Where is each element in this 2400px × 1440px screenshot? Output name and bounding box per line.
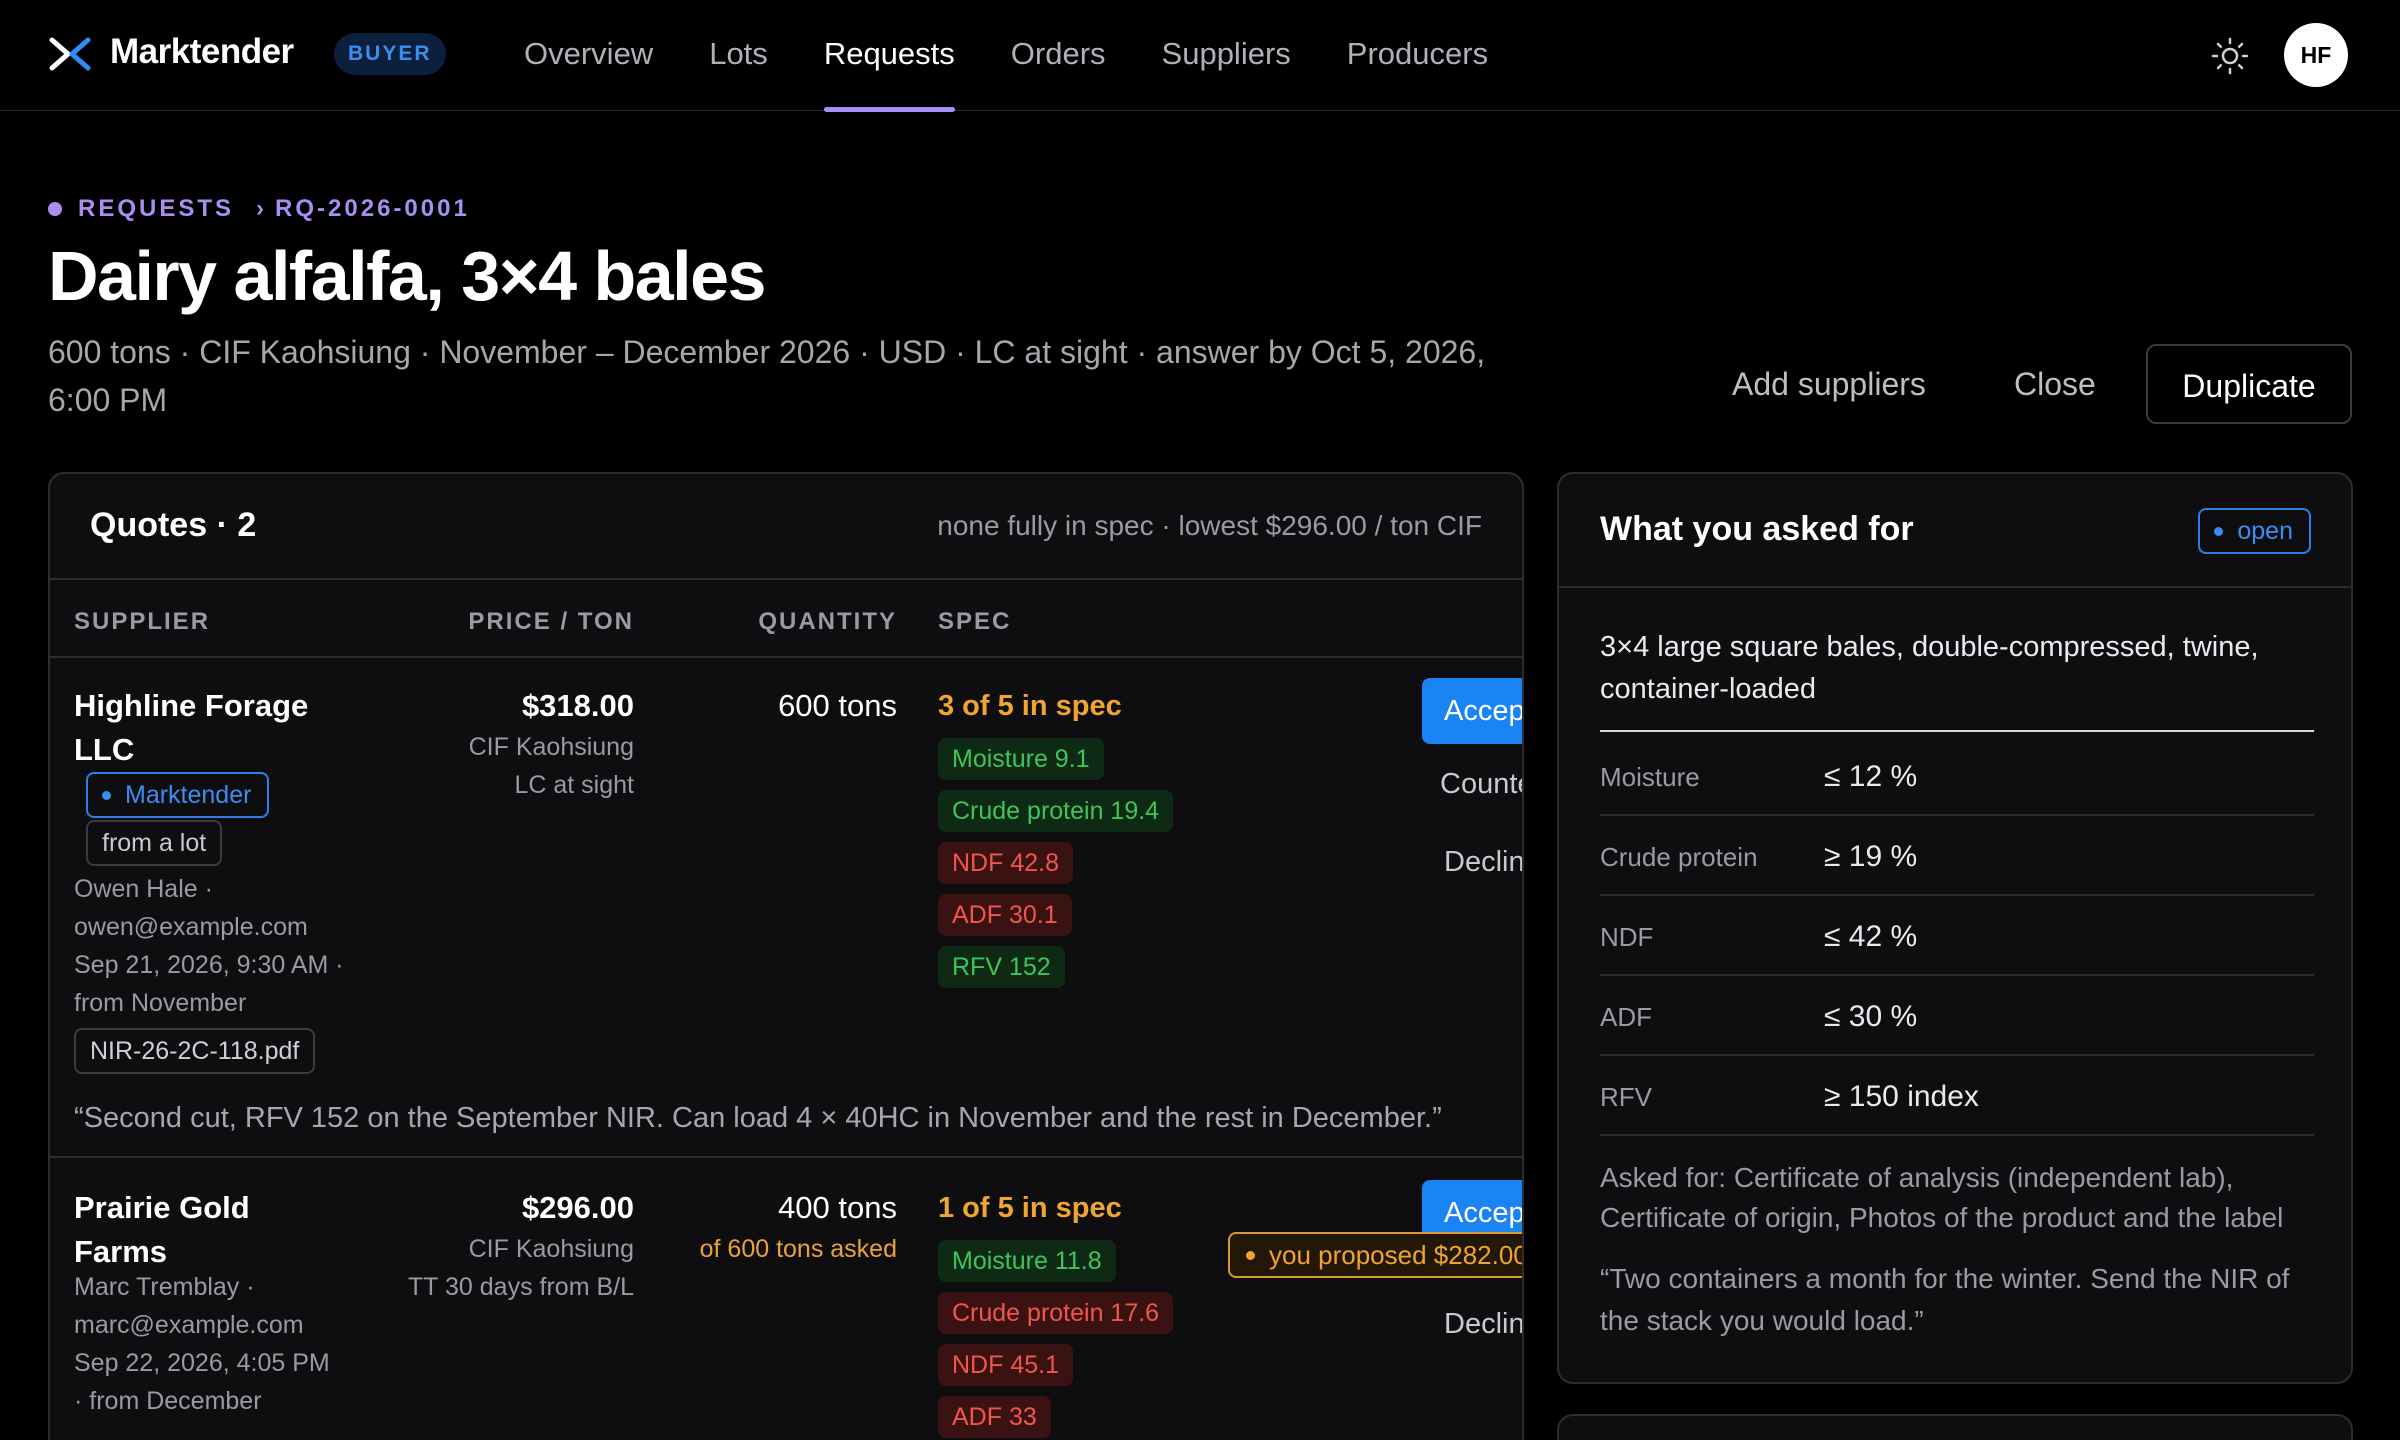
quantity-amount: 600 tons	[778, 688, 897, 723]
supplier-name[interactable]: Highline Forage LLC	[74, 684, 334, 772]
column-spec[interactable]: SPEC	[938, 608, 1011, 636]
breadcrumb-dot-icon	[48, 202, 62, 216]
supplier-note: “Second cut, RFV 152 on the September NI…	[74, 1102, 1442, 1134]
spec-chip-moisture: Moisture 11.8	[938, 1240, 1116, 1282]
buyer-note: “Two containers a month for the winter. …	[1600, 1263, 2290, 1336]
spec-value: ≤ 42 %	[1824, 920, 1918, 953]
nav-requests[interactable]: Requests	[796, 0, 983, 112]
quotes-title: Quotes · 2	[90, 506, 257, 544]
spec-value: ≥ 150 index	[1824, 1080, 1979, 1113]
nav-suppliers[interactable]: Suppliers	[1134, 0, 1319, 111]
from-lot-tag: from a lot	[86, 820, 223, 866]
asked-for-header: What you asked for open	[1559, 474, 2351, 588]
nav-orders[interactable]: Orders	[983, 0, 1134, 111]
quote-row: Highline Forage LLC Marktender from a lo…	[50, 658, 1522, 1158]
breadcrumb: REQUESTS › RQ-2026-0001	[48, 195, 470, 223]
price-amount: $296.00	[521, 1190, 634, 1225]
spec-value: ≥ 19 %	[1824, 840, 1918, 873]
duplicate-button[interactable]: Duplicate	[2146, 344, 2352, 424]
spec-summary: 3 of 5 in spec	[938, 690, 1122, 722]
price-amount: $318.00	[521, 688, 634, 723]
price-payment: LC at sight	[514, 771, 634, 799]
quote-quantity: 600 tons	[778, 684, 897, 728]
spec-chip-ndf: NDF 45.1	[938, 1344, 1073, 1386]
column-supplier[interactable]: SUPPLIER	[74, 608, 210, 636]
page-title: Dairy alfalfa, 3×4 bales	[48, 237, 766, 315]
quantity-amount: 400 tons	[778, 1190, 897, 1225]
decline-button[interactable]: Decline	[1444, 1308, 1522, 1341]
asked-for-title: What you asked for	[1600, 510, 1914, 548]
price-payment: TT 30 days from B/L	[407, 1273, 634, 1301]
attachment-file[interactable]: NIR-26-2C-118.pdf	[74, 1028, 316, 1074]
spec-value: ≤ 30 %	[1824, 1000, 1918, 1033]
secondary-card	[1557, 1414, 2353, 1440]
user-avatar[interactable]: HF	[2284, 23, 2348, 87]
breadcrumb-separator-icon: ›	[256, 195, 268, 222]
role-badge: BUYER	[334, 33, 446, 75]
spec-name: Moisture	[1600, 762, 1700, 792]
column-quantity[interactable]: QUANTITY	[758, 608, 897, 636]
spec-chip-ndf: NDF 42.8	[938, 842, 1073, 884]
spec-chip-moisture: Moisture 9.1	[938, 738, 1104, 780]
marktender-logo-icon[interactable]	[48, 36, 92, 72]
nav-producers[interactable]: Producers	[1319, 0, 1516, 111]
required-documents: Asked for: Certificate of analysis (inde…	[1600, 1162, 2284, 1233]
spec-name: NDF	[1600, 922, 1654, 952]
quotes-header: Quotes · 2 none fully in spec · lowest $…	[50, 474, 1522, 580]
spec-requirements-table: Moisture ≤ 12 % Crude protein ≥ 19 % NDF…	[1600, 736, 2314, 1136]
counter-button[interactable]: Counter	[1440, 768, 1522, 801]
add-suppliers-button[interactable]: Add suppliers	[1732, 344, 1926, 424]
spec-chip-adf: ADF 33	[938, 1396, 1051, 1438]
quote-price: $318.00 CIF Kaohsiung LC at sight	[469, 684, 634, 804]
spec-chip-adf: ADF 30.1	[938, 894, 1072, 936]
spec-chip-crude-protein: Crude protein 17.6	[938, 1292, 1174, 1334]
quote-quantity: 400 tons of 600 tons asked	[700, 1186, 897, 1268]
product-description: 3×4 large square bales, double-compresse…	[1600, 626, 2314, 732]
sun-icon[interactable]	[2210, 36, 2250, 76]
spec-row-crude-protein: Crude protein ≥ 19 %	[1600, 816, 2314, 896]
price-incoterm: CIF Kaohsiung	[468, 1235, 634, 1263]
quotes-table-header: SUPPLIER PRICE / TON QUANTITY SPEC	[50, 580, 1522, 658]
supplier-name[interactable]: Prairie Gold Farms	[74, 1186, 334, 1274]
spec-row-rfv: RFV ≥ 150 index	[1600, 1056, 2314, 1136]
quantity-note: of 600 tons asked	[699, 1235, 897, 1263]
quote-submitted: Sep 21, 2026, 9:30 AM · from November	[74, 951, 344, 1017]
main-nav: Overview Lots Requests Orders Suppliers …	[496, 0, 1516, 112]
quotes-card: Quotes · 2 none fully in spec · lowest $…	[48, 472, 1524, 1440]
counter-proposal-badge: you proposed $282.00	[1228, 1232, 1522, 1278]
spec-value: ≤ 12 %	[1824, 760, 1918, 793]
nav-lots[interactable]: Lots	[681, 0, 796, 111]
breadcrumb-request-id: RQ-2026-0001	[275, 195, 470, 222]
price-incoterm: CIF Kaohsiung	[468, 733, 634, 761]
breadcrumb-requests[interactable]: REQUESTS	[78, 195, 234, 223]
spec-name: RFV	[1600, 1082, 1652, 1112]
decline-button[interactable]: Decline	[1444, 846, 1522, 879]
spec-name: ADF	[1600, 1002, 1652, 1032]
quote-row: Prairie Gold Farms Marc Tremblay · marc@…	[50, 1160, 1522, 1440]
top-nav-bar: Marktender BUYER Overview Lots Requests …	[0, 0, 2400, 112]
marktender-tag: Marktender	[86, 772, 270, 818]
close-request-button[interactable]: Close	[2014, 344, 2096, 424]
spec-row-moisture: Moisture ≤ 12 %	[1600, 736, 2314, 816]
supplier-contact: Marc Tremblay · marc@example.com	[74, 1273, 304, 1339]
spec-chip-crude-protein: Crude protein 19.4	[938, 790, 1174, 832]
quote-submitted: Sep 22, 2026, 4:05 PM · from December	[74, 1349, 330, 1415]
status-badge: open	[2198, 508, 2311, 554]
column-price[interactable]: PRICE / TON	[468, 608, 634, 636]
spec-summary: 1 of 5 in spec	[938, 1192, 1122, 1224]
request-summary: 600 tons · CIF Kaohsiung · November – De…	[48, 334, 1486, 418]
quotes-summary: none fully in spec · lowest $296.00 / to…	[937, 510, 1482, 541]
supplier-contact: Owen Hale · owen@example.com	[74, 875, 308, 941]
asked-for-card: What you asked for open 3×4 large square…	[1557, 472, 2353, 1384]
spec-row-adf: ADF ≤ 30 %	[1600, 976, 2314, 1056]
spec-chip-rfv: RFV 152	[938, 946, 1065, 988]
spec-name: Crude protein	[1600, 842, 1758, 872]
brand-name[interactable]: Marktender	[110, 32, 294, 72]
spec-row-ndf: NDF ≤ 42 %	[1600, 896, 2314, 976]
nav-overview[interactable]: Overview	[496, 0, 681, 111]
accept-button[interactable]: Accept	[1422, 678, 1522, 744]
quote-price: $296.00 CIF Kaohsiung TT 30 days from B/…	[408, 1186, 634, 1306]
